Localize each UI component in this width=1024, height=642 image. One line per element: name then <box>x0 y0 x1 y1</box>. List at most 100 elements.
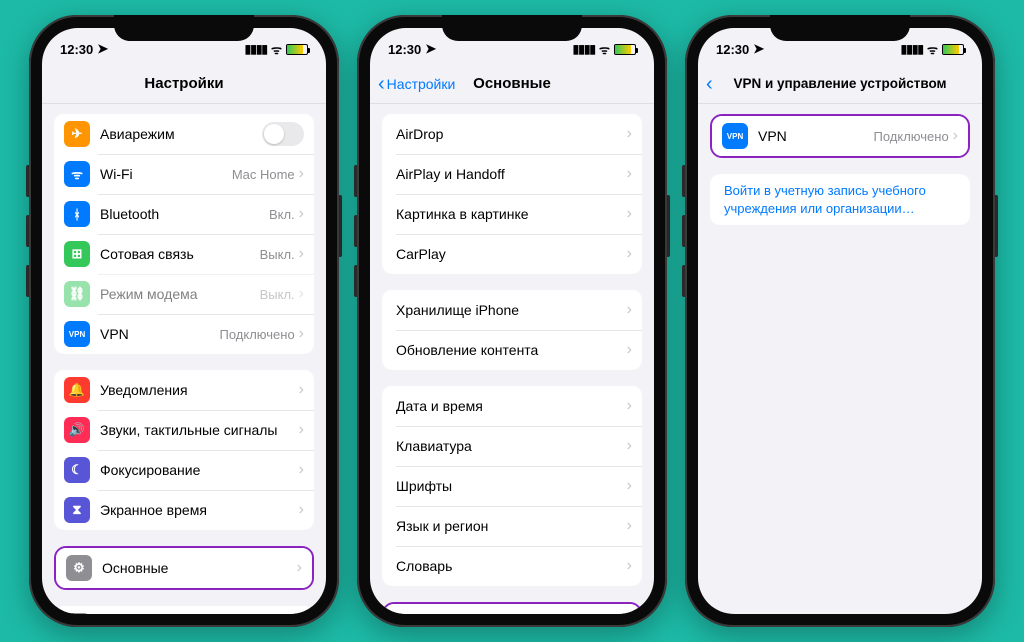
label: Экранное время <box>100 502 299 518</box>
row-carplay[interactable]: CarPlay› <box>382 234 642 274</box>
chevron-right-icon: › <box>627 557 632 575</box>
chevron-right-icon: › <box>297 559 302 577</box>
label: Обновление контента <box>396 342 627 358</box>
label: Язык и регион <box>396 518 627 534</box>
screen: 12:30➤ ▮▮▮▮ᯤ ‹ VPN и управление устройст… <box>698 28 982 614</box>
status-time: 12:30 <box>388 42 421 57</box>
row-airplay[interactable]: AirPlay и Handoff› <box>382 154 642 194</box>
phone-mock-3: 12:30➤ ▮▮▮▮ᯤ ‹ VPN и управление устройст… <box>685 15 995 627</box>
row-focus[interactable]: ☾Фокусирование› <box>54 450 314 490</box>
signal-icon: ▮▮▮▮ <box>573 42 595 56</box>
row-language[interactable]: Язык и регион› <box>382 506 642 546</box>
row-hotspot[interactable]: ⛓Режим модемаВыкл.› <box>54 274 314 314</box>
chevron-right-icon: › <box>953 127 958 145</box>
chevron-right-icon: › <box>299 325 304 343</box>
label: Словарь <box>396 558 627 574</box>
notifications-icon: 🔔 <box>64 377 90 403</box>
chevron-right-icon: › <box>627 301 632 319</box>
battery-icon <box>614 44 636 55</box>
row-datetime[interactable]: Дата и время› <box>382 386 642 426</box>
row-background-refresh[interactable]: Обновление контента› <box>382 330 642 370</box>
sounds-icon: 🔊 <box>64 417 90 443</box>
phone-mock-1: 12:30➤ ▮▮▮▮ᯤ Настройки ✈︎Авиарежим ᯤWi-F… <box>29 15 339 627</box>
row-screentime[interactable]: ⧗Экранное время› <box>54 490 314 530</box>
group-locale: Дата и время› Клавиатура› Шрифты› Язык и… <box>382 386 642 586</box>
nav-bar: ‹ VPN и управление устройством <box>698 64 982 104</box>
battery-icon <box>286 44 308 55</box>
label: Режим модема <box>100 286 260 302</box>
row-airplane[interactable]: ✈︎Авиарежим <box>54 114 314 154</box>
row-vpn[interactable]: VPNVPNПодключено› <box>712 116 968 156</box>
label: Шрифты <box>396 478 627 494</box>
content[interactable]: ✈︎Авиарежим ᯤWi-FiMac Home› ᚼBluetoothВк… <box>42 104 326 614</box>
status-time: 12:30 <box>716 42 749 57</box>
row-vpn-device-management[interactable]: VPN и управление устройством› <box>384 604 640 614</box>
control-center-icon: ☰ <box>64 613 90 614</box>
focus-icon: ☾ <box>64 457 90 483</box>
chevron-right-icon: › <box>299 165 304 183</box>
label: Дата и время <box>396 398 627 414</box>
airplane-toggle[interactable] <box>262 122 304 146</box>
value: Выкл. <box>260 287 295 302</box>
value: Выкл. <box>260 247 295 262</box>
signal-icon: ▮▮▮▮ <box>245 42 267 56</box>
label: Хранилище iPhone <box>396 302 627 318</box>
label: VPN <box>758 128 874 144</box>
row-cellular[interactable]: ⊞Сотовая связьВыкл.› <box>54 234 314 274</box>
row-keyboard[interactable]: Клавиатура› <box>382 426 642 466</box>
row-signin-org[interactable]: Войти в учетную запись учебного учрежден… <box>710 174 970 225</box>
group-airdrop: AirDrop› AirPlay и Handoff› Картинка в к… <box>382 114 642 274</box>
back-button[interactable]: ‹Настройки <box>378 74 455 94</box>
content[interactable]: VPNVPNПодключено› Войти в учетную запись… <box>698 104 982 614</box>
row-notifications[interactable]: 🔔Уведомления› <box>54 370 314 410</box>
row-pip[interactable]: Картинка в картинке› <box>382 194 642 234</box>
chevron-right-icon: › <box>627 245 632 263</box>
row-general[interactable]: ⚙︎Основные› <box>56 548 312 588</box>
row-dictionary[interactable]: Словарь› <box>382 546 642 586</box>
chevron-right-icon: › <box>299 381 304 399</box>
chevron-right-icon: › <box>299 205 304 223</box>
group-display: ☰Пункт управления› AAЭкран и яркость› ▦Э… <box>54 606 314 614</box>
location-icon: ➤ <box>425 41 436 57</box>
status-time: 12:30 <box>60 42 93 57</box>
label: Bluetooth <box>100 206 269 222</box>
row-airdrop[interactable]: AirDrop› <box>382 114 642 154</box>
gear-icon: ⚙︎ <box>66 555 92 581</box>
value: Вкл. <box>269 207 295 222</box>
back-button[interactable]: ‹ <box>706 74 713 94</box>
row-sounds[interactable]: 🔊Звуки, тактильные сигналы› <box>54 410 314 450</box>
chevron-right-icon: › <box>627 341 632 359</box>
group-storage: Хранилище iPhone› Обновление контента› <box>382 290 642 370</box>
battery-icon <box>942 44 964 55</box>
screen: 12:30➤ ▮▮▮▮ᯤ ‹Настройки Основные AirDrop… <box>370 28 654 614</box>
label: CarPlay <box>396 246 627 262</box>
vpn-icon: VPN <box>722 123 748 149</box>
label: Звуки, тактильные сигналы <box>100 422 299 438</box>
row-vpn[interactable]: VPNVPNПодключено› <box>54 314 314 354</box>
chevron-right-icon: › <box>627 165 632 183</box>
row-storage[interactable]: Хранилище iPhone› <box>382 290 642 330</box>
content[interactable]: AirDrop› AirPlay и Handoff› Картинка в к… <box>370 104 654 614</box>
chevron-right-icon: › <box>627 517 632 535</box>
row-bluetooth[interactable]: ᚼBluetoothВкл.› <box>54 194 314 234</box>
page-title: Основные <box>473 75 551 92</box>
chevron-right-icon: › <box>627 397 632 415</box>
value: Подключено <box>874 129 949 144</box>
row-control-center[interactable]: ☰Пункт управления› <box>54 606 314 614</box>
label: Авиарежим <box>100 126 262 142</box>
chevron-left-icon: ‹ <box>706 74 713 94</box>
label: Клавиатура <box>396 438 627 454</box>
vpn-icon: VPN <box>64 321 90 347</box>
row-fonts[interactable]: Шрифты› <box>382 466 642 506</box>
row-wifi[interactable]: ᯤWi-FiMac Home› <box>54 154 314 194</box>
label: Фокусирование <box>100 462 299 478</box>
label: AirPlay и Handoff <box>396 166 627 182</box>
value: Подключено <box>220 327 295 342</box>
label: Картинка в картинке <box>396 206 627 222</box>
notch <box>114 15 254 41</box>
label: VPN <box>100 326 220 342</box>
label: AirDrop <box>396 126 627 142</box>
chevron-right-icon: › <box>627 125 632 143</box>
highlight-vpn-mgmt: VPN и управление устройством› <box>382 602 642 614</box>
hotspot-icon: ⛓ <box>64 281 90 307</box>
